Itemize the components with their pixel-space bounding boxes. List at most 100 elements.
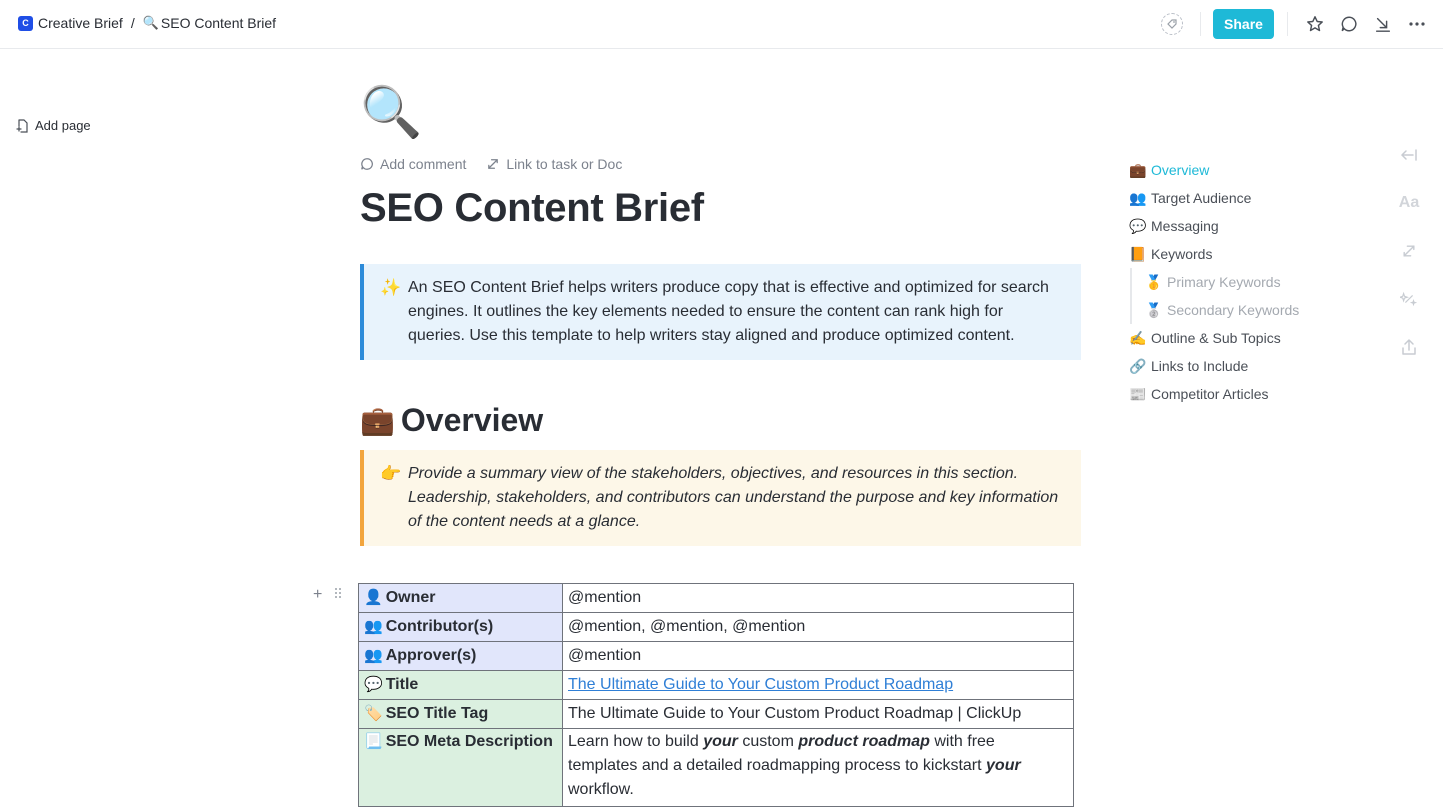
share-button[interactable]: Share	[1213, 9, 1274, 39]
table-key-cell[interactable]: 👥 Contributor(s)	[358, 612, 563, 642]
table-key-cell[interactable]: 👤 Owner	[358, 583, 563, 613]
export-icon[interactable]	[1398, 336, 1420, 358]
people-icon: 👥	[1129, 189, 1147, 206]
toc-item-messaging[interactable]: 💬 Messaging	[1129, 212, 1299, 240]
comment-icon[interactable]	[1338, 13, 1360, 35]
top-bar: C Creative Brief / 🔍 SEO Content Brief S…	[0, 0, 1443, 49]
newspaper-icon: 📰	[1129, 385, 1147, 402]
toc-item-links[interactable]: 🔗 Links to Include	[1129, 352, 1299, 380]
label-tag-icon: 🏷️	[364, 705, 383, 722]
breadcrumb: C Creative Brief / 🔍 SEO Content Brief	[18, 15, 276, 31]
briefcase-icon: 💼	[1129, 161, 1147, 178]
speech-bubble-icon: 💬	[1129, 217, 1147, 234]
collapse-left-icon[interactable]	[1398, 144, 1420, 166]
meta-text: custom	[737, 733, 799, 750]
magic-wand-icon[interactable]	[1398, 288, 1420, 310]
font-icon[interactable]: Aa	[1398, 192, 1420, 214]
overview-heading[interactable]: 💼 Overview	[360, 402, 543, 439]
overview-callout[interactable]: 👉 Provide a summary view of the stakehol…	[360, 450, 1081, 546]
toc-item-overview[interactable]: 💼 Overview	[1129, 156, 1299, 184]
people-icon: 👥	[364, 647, 383, 664]
overview-heading-text: Overview	[400, 402, 544, 438]
table-value-cell[interactable]: @mention	[562, 583, 1074, 613]
silver-medal-icon: 🥈	[1145, 301, 1163, 318]
table-key-cell[interactable]: 📃 SEO Meta Description	[358, 728, 563, 807]
breadcrumb-space[interactable]: Creative Brief	[38, 15, 123, 31]
meta-text: workflow.	[568, 781, 634, 798]
link-task-label: Link to task or Doc	[506, 156, 623, 172]
page-title[interactable]: SEO Content Brief	[360, 184, 1082, 232]
comment-icon	[361, 158, 373, 170]
table-row: 👤 Owner @mention	[358, 583, 1074, 613]
gold-medal-icon: 🥇	[1145, 273, 1163, 290]
table-key-cell[interactable]: 💬 Title	[358, 670, 563, 700]
speech-bubble-icon: 💬	[364, 676, 383, 693]
page-icon[interactable]: 🔍	[360, 80, 1082, 146]
link-icon: 🔗	[1129, 357, 1147, 374]
divider	[1200, 12, 1201, 36]
add-page-button[interactable]: Add page	[16, 118, 91, 133]
toc-label: Secondary Keywords	[1167, 302, 1300, 318]
table-value-cell[interactable]: @mention	[562, 641, 1074, 671]
table-key: SEO Meta Description	[385, 733, 553, 750]
intro-callout-text: An SEO Content Brief helps writers produ…	[408, 279, 1049, 344]
table-row: 👥 Approver(s) @mention	[358, 641, 1074, 671]
toc-label: Messaging	[1151, 218, 1219, 234]
link-arrows-icon[interactable]	[1398, 240, 1420, 262]
table-key-cell[interactable]: 🏷️ SEO Title Tag	[358, 699, 563, 729]
toc-label: Competitor Articles	[1151, 386, 1269, 402]
add-comment-button[interactable]: Add comment	[360, 156, 466, 172]
toc-label: Outline & Sub Topics	[1151, 330, 1281, 346]
toc-label: Links to Include	[1151, 358, 1249, 374]
overview-callout-text: Provide a summary view of the stakeholde…	[408, 465, 1059, 530]
table-key: Title	[385, 676, 419, 693]
add-block-icon[interactable]: +	[313, 586, 322, 604]
toc-subgroup: 🥇 Primary Keywords 🥈 Secondary Keywords	[1130, 268, 1299, 324]
table-key: SEO Title Tag	[385, 705, 489, 722]
link-task-button[interactable]: Link to task or Doc	[486, 156, 622, 172]
person-icon: 👤	[364, 589, 383, 606]
table-value-cell[interactable]: The Ultimate Guide to Your Custom Produc…	[562, 670, 1074, 700]
table-value-cell[interactable]: Learn how to build your custom product r…	[562, 728, 1074, 807]
toc-item-outline[interactable]: ✍️ Outline & Sub Topics	[1129, 324, 1299, 352]
drag-handle-icon[interactable]	[334, 586, 342, 604]
toc-item-target-audience[interactable]: 👥 Target Audience	[1129, 184, 1299, 212]
overview-table: 👤 Owner @mention 👥 Contributor(s) @mention…	[358, 583, 1074, 807]
tag-icon[interactable]	[1161, 13, 1183, 35]
magnifier-icon: 🔍	[142, 15, 159, 30]
meta-emphasis: product roadmap	[798, 733, 930, 750]
table-key: Approver(s)	[385, 647, 477, 664]
block-tools: +	[313, 586, 354, 604]
more-icon[interactable]	[1406, 13, 1428, 35]
page-curl-icon: 📃	[364, 733, 383, 750]
space-avatar-icon: C	[18, 15, 33, 31]
collapse-icon[interactable]	[1372, 13, 1394, 35]
intro-callout[interactable]: ✨ An SEO Content Brief helps writers pro…	[360, 264, 1081, 360]
table-value-cell[interactable]: @mention, @mention, @mention	[562, 612, 1074, 642]
title-link[interactable]: The Ultimate Guide to Your Custom Produc…	[568, 676, 953, 693]
document: 🔍 Add comment Link to task or Doc SEO Co…	[360, 80, 1082, 546]
meta-text: Learn how to build	[568, 733, 704, 750]
sparkles-icon: ✨	[380, 278, 402, 297]
table-of-contents: 💼 Overview 👥 Target Audience 💬 Messaging 📙 K…	[1129, 156, 1299, 408]
pointing-hand-icon: 👉	[380, 464, 402, 483]
right-rail: Aa	[1398, 144, 1420, 384]
table-row: 💬 Title The Ultimate Guide to Your Custom…	[358, 670, 1074, 700]
people-icon: 👥	[364, 618, 383, 635]
toc-item-competitor-articles[interactable]: 📰 Competitor Articles	[1129, 380, 1299, 408]
table-key-cell[interactable]: 👥 Approver(s)	[358, 641, 563, 671]
star-icon[interactable]	[1304, 13, 1326, 35]
meta-emphasis: your	[703, 733, 738, 750]
book-icon: 📙	[1129, 245, 1147, 262]
table-row: 🏷️ SEO Title Tag The Ultimate Guide to Yo…	[358, 699, 1074, 729]
divider	[1287, 12, 1288, 36]
add-page-label: Add page	[35, 118, 91, 133]
toc-item-secondary-keywords[interactable]: 🥈 Secondary Keywords	[1145, 296, 1299, 324]
toc-item-primary-keywords[interactable]: 🥇 Primary Keywords	[1145, 268, 1299, 296]
toc-item-keywords[interactable]: 📙 Keywords	[1129, 240, 1299, 268]
breadcrumb-page[interactable]: SEO Content Brief	[161, 15, 276, 31]
table-value-cell[interactable]: The Ultimate Guide to Your Custom Produc…	[562, 699, 1074, 729]
toc-label: Overview	[1151, 162, 1210, 178]
add-comment-label: Add comment	[380, 156, 467, 172]
table-row: 📃 SEO Meta Description Learn how to build…	[358, 728, 1074, 807]
